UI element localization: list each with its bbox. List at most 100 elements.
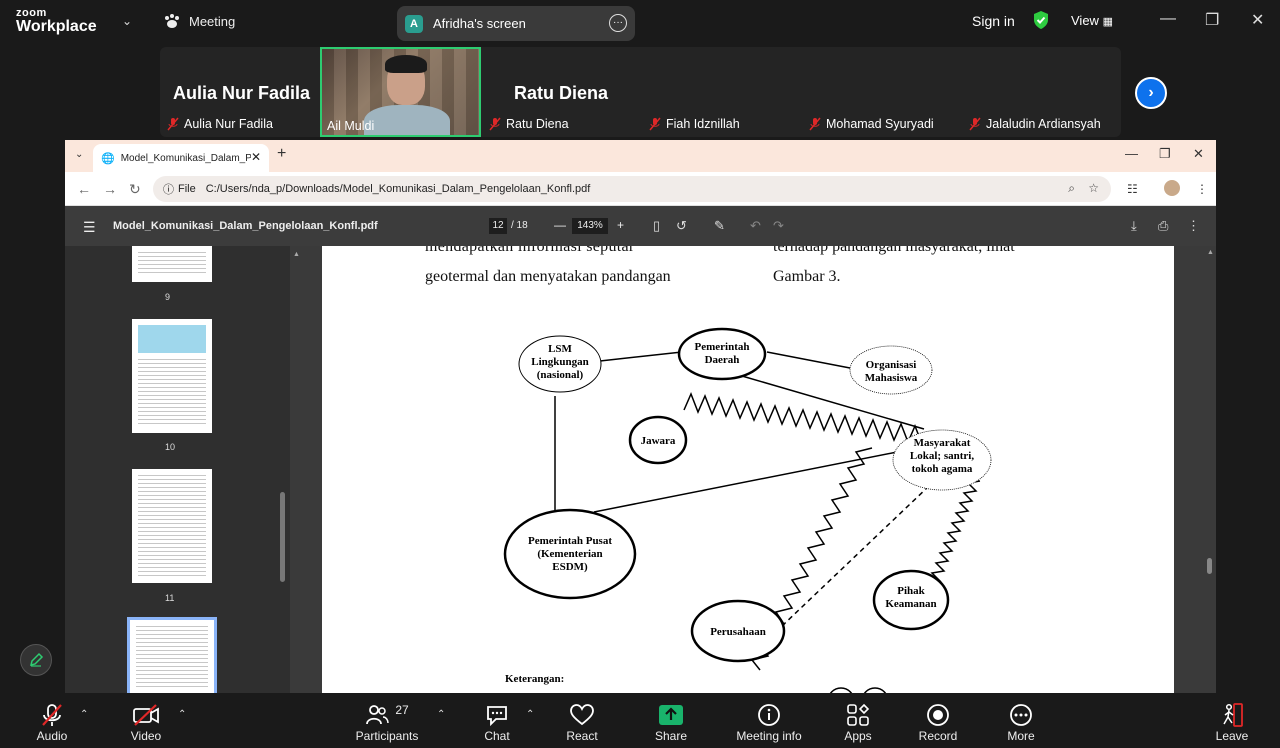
view-button[interactable]: View ▦ (1071, 13, 1113, 28)
active-speaker-video[interactable]: Ail Muldi (320, 47, 481, 137)
zoom-out-button[interactable]: — (554, 218, 566, 232)
hamburger-menu-icon[interactable]: ☰ (83, 219, 96, 236)
address-bar[interactable]: ⓘ File C:/Users/nda_p/Downloads/Model_Kom… (153, 176, 1111, 202)
node-label: Pihak (897, 585, 925, 597)
react-label: React (566, 729, 598, 743)
thumbnail-number: 10 (165, 442, 176, 452)
scroll-track: ▲ (292, 246, 302, 693)
menu-kebab-icon[interactable]: ⋮ (1196, 182, 1208, 196)
meeting-controls: Audio ⌃ Video ⌃ 27 Participants ⌃ Chat ⌃… (0, 693, 1280, 748)
node-label: Mahasiswa (865, 372, 918, 384)
zoom-icon[interactable]: ⌕ (1068, 181, 1075, 196)
shared-screen-label: Afridha's screen (433, 16, 526, 31)
node-org: Organisasi Mahasiswa (849, 345, 933, 395)
more-actions-icon[interactable]: ⋮ (1187, 218, 1200, 234)
redo-icon[interactable]: ↷ (773, 218, 784, 234)
paw-icon (165, 14, 179, 28)
participant-tile[interactable]: Jalaludin Ardiansyah (962, 47, 1122, 137)
record-button[interactable]: Record (916, 701, 960, 743)
address-scheme: File (178, 183, 196, 195)
site-info[interactable]: ⓘ File (163, 181, 196, 197)
security-shield-icon[interactable] (1032, 10, 1050, 30)
share-screen-icon (659, 705, 683, 725)
page-thumbnail[interactable] (132, 469, 212, 583)
more-options-icon[interactable]: ··· (609, 14, 627, 32)
apps-button[interactable]: Apps (840, 701, 876, 743)
zoom-logo: zoom Workplace (16, 8, 97, 35)
audio-options-caret[interactable]: ⌃ (80, 709, 88, 720)
share-button[interactable]: Share (650, 701, 692, 743)
restore-icon[interactable]: ❐ (1159, 146, 1171, 162)
thumbnail-content (138, 252, 206, 276)
annotate-fab[interactable] (20, 644, 52, 676)
restore-icon[interactable]: ❐ (1205, 10, 1219, 30)
back-icon[interactable]: ← (77, 181, 91, 197)
video-options-caret[interactable]: ⌃ (178, 709, 186, 720)
zoom-level-input[interactable]: 143% (572, 218, 608, 234)
participants-button[interactable]: 27 Participants (352, 701, 422, 743)
close-icon[interactable]: ✕ (1251, 10, 1264, 30)
forward-icon[interactable]: → (103, 181, 117, 197)
close-icon[interactable]: ✕ (1193, 146, 1204, 162)
sign-in-link[interactable]: Sign in (972, 13, 1015, 29)
participant-name-large: Aulia Nur Fadila (173, 83, 311, 103)
thumbnail-content (136, 626, 208, 688)
participants-options-caret[interactable]: ⌃ (437, 709, 445, 720)
extensions-icon[interactable]: ☷ (1127, 182, 1138, 196)
tab-bar: ⌄ 🌐 Model_Komunikasi_Dalam_Penge ✕ + — ❐… (65, 140, 1216, 172)
zoom-in-button[interactable]: + (617, 218, 624, 232)
participants-count: 27 (395, 703, 409, 717)
chat-options-caret[interactable]: ⌃ (526, 709, 534, 720)
participant-caption-name: Jalaludin Ardiansyah (986, 117, 1101, 131)
stakeholder-diagram: LSM Lingkungan (nasional) Pemerintah Dae… (503, 327, 992, 693)
fit-page-icon[interactable]: ▯ (653, 218, 660, 234)
more-button[interactable]: More (1003, 701, 1039, 743)
minimize-icon[interactable]: — (1125, 146, 1138, 161)
participant-tile[interactable]: Ratu Diena Ratu Diena (482, 47, 642, 137)
chat-label: Chat (484, 729, 510, 743)
new-tab-button[interactable]: + (277, 145, 286, 163)
minimize-icon[interactable]: — (1160, 10, 1176, 28)
shared-screen-pill[interactable]: A Afridha's screen ··· (397, 6, 635, 41)
mic-muted-icon (809, 117, 821, 131)
chat-button[interactable]: Chat (477, 701, 517, 743)
page-thumbnail[interactable] (132, 246, 212, 282)
scroll-up-icon[interactable]: ▲ (1207, 249, 1214, 256)
react-button[interactable]: React (562, 701, 602, 743)
chevron-down-icon[interactable]: ⌄ (122, 14, 132, 28)
next-page-button[interactable]: › (1135, 77, 1167, 109)
participant-tile[interactable]: Aulia Nur Fadila Aulia Nur Fadila (160, 47, 320, 137)
meeting-info-button[interactable]: Meeting info (732, 701, 806, 743)
browser-tab[interactable]: 🌐 Model_Komunikasi_Dalam_Penge ✕ (93, 144, 269, 172)
bookmark-star-icon[interactable]: ☆ (1088, 181, 1099, 195)
participant-tile[interactable]: Fiah Idznillah (642, 47, 802, 137)
rotate-icon[interactable]: ↺ (676, 218, 687, 234)
node-label: Lingkungan (531, 356, 588, 368)
sidebar-scrollbar[interactable] (280, 492, 285, 582)
address-bar-row: ← → ↻ ⓘ File C:/Users/nda_p/Downloads/Mod… (65, 172, 1216, 206)
reload-icon[interactable]: ↻ (129, 181, 141, 198)
page-thumbnail-selected[interactable] (127, 617, 217, 693)
participant-tile[interactable]: Mohamad Syuryadi (802, 47, 962, 137)
print-icon[interactable]: ⎙ (1158, 218, 1168, 234)
tab-search-icon[interactable]: ⌄ (75, 149, 83, 160)
node-label: ESDM) (552, 561, 588, 573)
audio-button[interactable]: Audio (32, 701, 72, 743)
page-scrollbar-thumb[interactable] (1207, 558, 1212, 574)
close-tab-icon[interactable]: ✕ (251, 150, 261, 164)
globe-icon: 🌐 (101, 152, 115, 165)
record-label: Record (918, 729, 958, 743)
page-thumbnail[interactable] (132, 319, 212, 433)
video-button[interactable]: Video (124, 701, 168, 743)
annotate-icon[interactable]: ✎ (714, 218, 725, 234)
page-number-input[interactable]: 12 (489, 218, 507, 234)
legend-heading: Keterangan: (505, 673, 564, 685)
thumbnail-number: 11 (165, 593, 175, 603)
meeting-button[interactable]: Meeting (163, 13, 235, 29)
download-icon[interactable]: ⤓ (1131, 218, 1137, 234)
scroll-up-icon[interactable]: ▲ (293, 251, 300, 258)
profile-avatar[interactable] (1164, 180, 1180, 196)
participant-caption-name: Ratu Diena (506, 117, 569, 131)
leave-button[interactable]: Leave (1214, 701, 1250, 743)
undo-icon[interactable]: ↶ (750, 218, 761, 234)
